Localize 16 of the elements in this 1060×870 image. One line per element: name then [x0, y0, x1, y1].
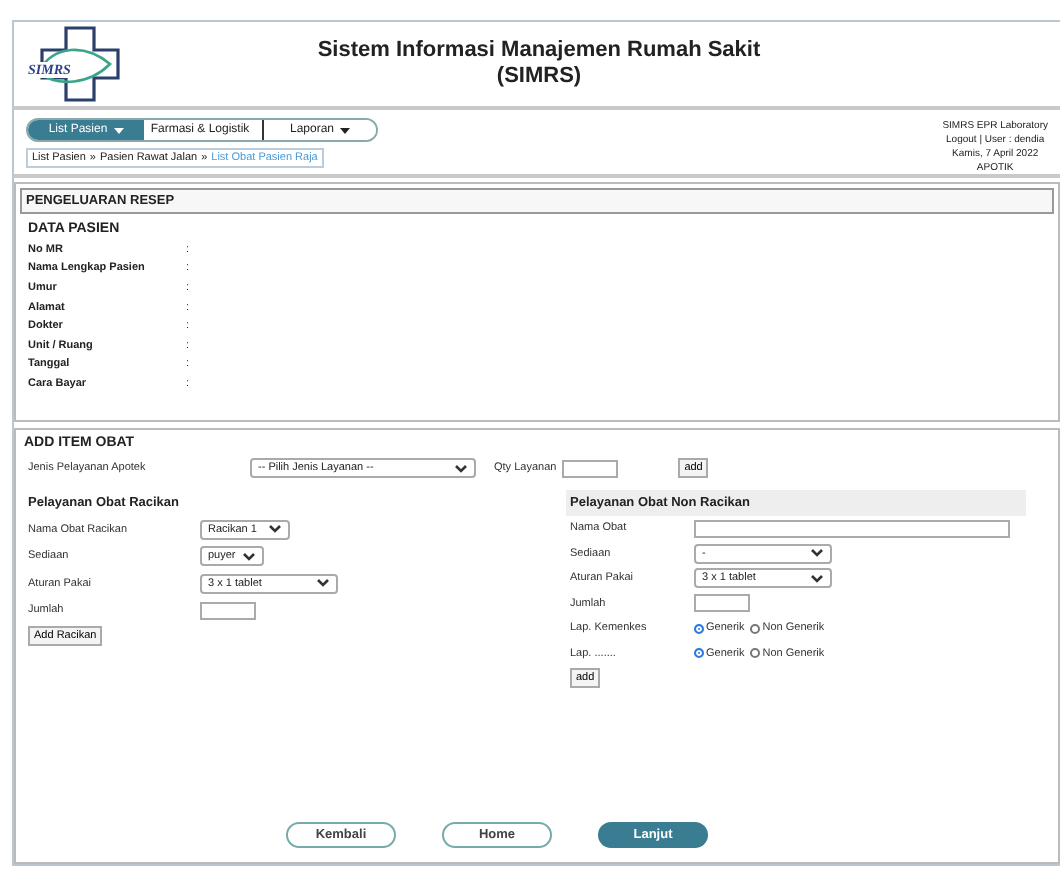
- radio-button[interactable]: [750, 648, 761, 659]
- page-title: Sistem Informasi Manajemen Rumah Sakit: [317, 38, 761, 64]
- radio-button[interactable]: [694, 648, 704, 659]
- caret-icon: [340, 127, 351, 133]
- page-title: (SIMRS): [496, 64, 582, 90]
- chevron-down-icon: [268, 524, 282, 535]
- chevron-down-icon: [316, 578, 330, 589]
- input-field[interactable]: [694, 594, 750, 613]
- radio-button[interactable]: [694, 623, 704, 634]
- input-field[interactable]: [200, 601, 256, 620]
- input-field[interactable]: [694, 519, 1010, 538]
- radio-button[interactable]: [750, 623, 761, 634]
- chevron-down-icon: [242, 551, 256, 562]
- input-field[interactable]: [562, 459, 619, 477]
- chevron-down-icon: [454, 463, 468, 473]
- caret-icon: [113, 127, 124, 133]
